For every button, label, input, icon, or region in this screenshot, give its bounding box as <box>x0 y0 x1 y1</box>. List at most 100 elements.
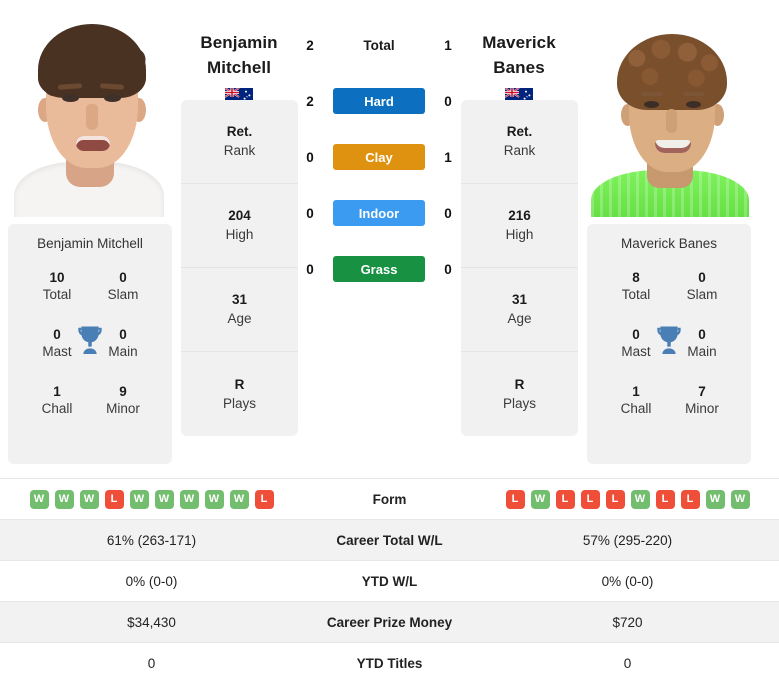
right-titles-total-value: 8 <box>632 270 640 285</box>
h2h-clay-right: 1 <box>444 149 452 165</box>
left-titles-chall: 1 Chall <box>26 383 88 418</box>
table-row-form: WWWLWWWWWL Form LWLLLWLLWW <box>0 478 779 520</box>
stat-label-career-total-wl: Career Total W/L <box>303 519 476 561</box>
left-ytd-titles: 0 <box>0 642 303 684</box>
right-info-age-value: 31 <box>511 292 528 307</box>
right-titles-minor: 7 Minor <box>671 383 733 418</box>
right-titles-minor-value: 7 <box>698 384 706 399</box>
right-info-rank-value: Ret. <box>506 124 533 139</box>
right-ytd-titles: 0 <box>476 642 779 684</box>
left-player-summary-name: Benjamin Mitchell <box>37 236 143 251</box>
left-career-prize-money: $34,430 <box>0 601 303 643</box>
left-info-high: 204 High <box>181 184 298 268</box>
left-titles-slam-value: 0 <box>119 270 127 285</box>
left-titles-total-label: Total <box>42 287 72 302</box>
table-row-career-total-wl: 61% (263-171) Career Total W/L 57% (295-… <box>0 519 779 561</box>
left-info-high-value: 204 <box>228 208 251 223</box>
h2h-row-indoor: 0 Indoor 0 <box>299 198 459 228</box>
left-player-portrait-image <box>8 12 172 217</box>
right-career-prize-money: $720 <box>476 601 779 643</box>
table-row-career-prize-money: $34,430 Career Prize Money $720 <box>0 601 779 643</box>
left-info-age-value: 31 <box>231 292 248 307</box>
h2h-indoor-right: 0 <box>444 205 452 221</box>
right-titles-row-3: 1 Chall 7 Minor <box>595 383 743 418</box>
form-cell-right: LWLLLWLLWW <box>476 478 779 520</box>
right-info-plays-label: Plays <box>502 395 536 411</box>
h2h-clay-left: 0 <box>306 149 314 165</box>
right-titles-slam-label: Slam <box>686 287 718 302</box>
left-player-info-column: Benjamin Mitchell Ret. Rank 204 High 31 … <box>179 0 299 472</box>
h2h-row-hard: 2 Hard 0 <box>299 86 459 116</box>
form-badge-loss: L <box>605 489 625 509</box>
right-player-info-column: Maverick Banes Ret. Rank 216 High 31 Age… <box>459 0 579 472</box>
h2h-grass-label[interactable]: Grass <box>333 256 425 282</box>
trophy-icon <box>78 326 102 355</box>
right-player-info-card: Ret. Rank 216 High 31 Age R Plays <box>461 100 578 436</box>
left-info-high-label: High <box>225 227 254 242</box>
right-info-high: 216 High <box>461 184 578 268</box>
h2h-clay-label[interactable]: Clay <box>333 144 425 170</box>
right-info-rank: Ret. Rank <box>461 100 578 184</box>
h2h-indoor-left: 0 <box>306 205 314 221</box>
left-titles-row-3: 1 Chall 9 Minor <box>16 383 164 418</box>
form-badge-loss: L <box>680 489 700 509</box>
left-player-titles-card: Benjamin Mitchell 10 Total 0 Slam 0 Mast… <box>8 224 172 464</box>
right-titles-total-label: Total <box>621 287 651 302</box>
stat-label-ytd-wl: YTD W/L <box>303 560 476 602</box>
left-titles-minor-value: 9 <box>119 384 127 399</box>
form-badge-win: W <box>29 489 49 509</box>
stat-label-ytd-titles: YTD Titles <box>303 642 476 684</box>
form-badge-loss: L <box>655 489 675 509</box>
form-badge-win: W <box>530 489 550 509</box>
h2h-total-right: 1 <box>444 37 452 53</box>
left-info-rank: Ret. Rank <box>181 100 298 184</box>
form-badge-loss: L <box>505 489 525 509</box>
form-badge-win: W <box>705 489 725 509</box>
left-player-last-name: Mitchell <box>206 58 272 77</box>
form-badge-win: W <box>154 489 174 509</box>
right-info-high-label: High <box>505 227 534 242</box>
left-titles-chall-label: Chall <box>41 401 73 416</box>
left-titles-minor: 9 Minor <box>92 383 154 418</box>
h2h-hard-label[interactable]: Hard <box>333 88 425 114</box>
left-titles-row-1: 10 Total 0 Slam <box>16 269 164 304</box>
h2h-row-grass: 0 Grass 0 <box>299 254 459 284</box>
stat-label-career-prize-money: Career Prize Money <box>303 601 476 643</box>
form-badge-win: W <box>129 489 149 509</box>
left-titles-minor-label: Minor <box>106 401 140 416</box>
left-player-name[interactable]: Benjamin Mitchell <box>179 30 299 80</box>
right-titles-minor-label: Minor <box>685 401 719 416</box>
h2h-row-total: 2 Total 1 <box>299 30 459 60</box>
comparison-header: Benjamin Mitchell 10 Total 0 Slam 0 Mast… <box>0 0 779 472</box>
h2h-grass-left: 0 <box>306 261 314 277</box>
left-info-plays: R Plays <box>181 352 298 436</box>
left-info-age: 31 Age <box>181 268 298 352</box>
form-badge-win: W <box>54 489 74 509</box>
left-info-age-label: Age <box>227 311 252 326</box>
form-badge-win: W <box>204 489 224 509</box>
right-titles-slam-value: 0 <box>698 270 706 285</box>
h2h-total-left: 2 <box>306 37 314 53</box>
head-to-head-column: 2 Total 1 2 Hard 0 0 Clay 1 0 Indoor 0 0 <box>299 0 459 472</box>
right-titles-slam: 0 Slam <box>671 269 733 304</box>
right-career-total-wl: 57% (295-220) <box>476 519 779 561</box>
left-career-total-wl: 61% (263-171) <box>0 519 303 561</box>
form-badge-loss: L <box>580 489 600 509</box>
right-player-summary-name: Maverick Banes <box>620 236 718 251</box>
left-titles-slam: 0 Slam <box>92 269 154 304</box>
left-titles-total: 10 Total <box>26 269 88 304</box>
left-titles-grid: 10 Total 0 Slam 0 Mast 0 Main 1 Chall 9 … <box>16 269 164 439</box>
right-player-name[interactable]: Maverick Banes <box>459 30 579 80</box>
form-badge-loss: L <box>104 489 124 509</box>
left-player-info-card: Ret. Rank 204 High 31 Age R Plays <box>181 100 298 436</box>
trophy-icon <box>657 326 681 355</box>
left-info-rank-value: Ret. <box>226 124 253 139</box>
right-player-first-name: Maverick <box>482 33 556 52</box>
form-badge-win: W <box>229 489 249 509</box>
right-titles-total: 8 Total <box>605 269 667 304</box>
right-info-rank-label: Rank <box>503 143 536 158</box>
form-badge-win: W <box>179 489 199 509</box>
h2h-indoor-label[interactable]: Indoor <box>333 200 425 226</box>
right-player-photo <box>587 12 751 217</box>
right-player-photo-column: Maverick Banes 8 Total 0 Slam 0 Mast 0 M… <box>579 0 758 472</box>
